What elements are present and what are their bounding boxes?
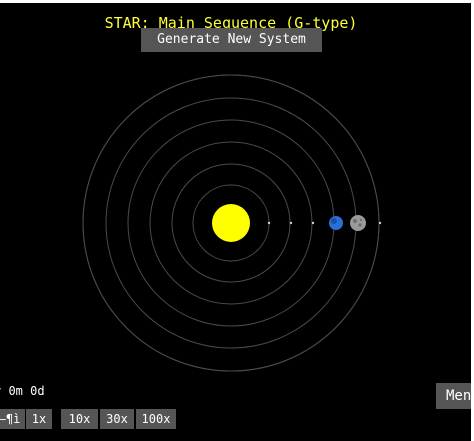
elapsed-time-readout: y 0m 0d — [0, 384, 45, 398]
dot-planet — [378, 221, 382, 225]
dot-planet — [311, 221, 315, 225]
game-viewport: STAR: Main Sequence (G-type) Generate Ne… — [0, 0, 474, 441]
window-edge-top — [0, 0, 474, 3]
grey-planet — [350, 215, 366, 231]
menu-button[interactable]: Menu — [436, 383, 474, 409]
planets — [267, 215, 382, 231]
speed-10x-button[interactable]: 10x — [61, 409, 98, 429]
star-sun — [212, 204, 250, 242]
crater-mark — [358, 223, 362, 227]
dot-planet — [267, 221, 271, 225]
solar-system-view — [82, 74, 382, 372]
planet-shading — [331, 218, 337, 224]
generate-system-button[interactable]: Generate New System — [141, 28, 322, 52]
speed-pause-button[interactable]: –¶ì — [0, 409, 25, 429]
crater-mark — [353, 219, 357, 223]
speed-30x-button[interactable]: 30x — [100, 409, 134, 429]
dot-planet — [289, 221, 293, 225]
crater-mark — [359, 218, 363, 222]
speed-1x-button[interactable]: 1x — [26, 409, 52, 429]
speed-100x-button[interactable]: 100x — [136, 409, 176, 429]
